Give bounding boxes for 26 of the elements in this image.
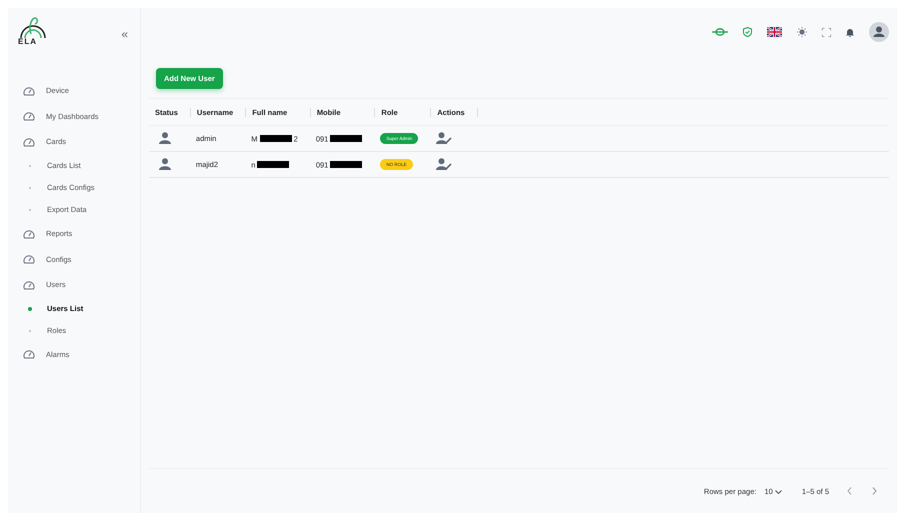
edit-user-icon[interactable]: [436, 158, 452, 170]
gauge-icon: [23, 254, 35, 264]
bell-icon[interactable]: [846, 28, 854, 36]
sun-icon[interactable]: [797, 27, 807, 37]
next-page-icon[interactable]: [872, 487, 877, 495]
gauge-icon: [23, 136, 35, 147]
gauge-icon: [23, 111, 35, 122]
redaction-bar: [257, 161, 290, 168]
gauge-icon: [23, 228, 35, 239]
gauge-icon: [23, 86, 35, 96]
avatar-icon[interactable]: [869, 22, 889, 42]
flag-icon[interactable]: [767, 27, 782, 37]
redaction-bar: [330, 135, 362, 142]
user-status-icon: [159, 158, 171, 170]
redaction-bar: [260, 135, 292, 142]
plug-icon[interactable]: [712, 28, 728, 36]
gauge-icon: [23, 349, 35, 360]
gauge-icon: [23, 280, 35, 290]
user-status-icon: [159, 132, 171, 144]
fullscreen-icon[interactable]: [822, 28, 831, 36]
chevron-down-icon: [774, 490, 782, 494]
edit-user-icon[interactable]: [436, 132, 452, 144]
shield-icon[interactable]: [743, 27, 752, 37]
logo-text: ELA: [18, 38, 37, 46]
collapse-icon[interactable]: «: [121, 28, 128, 40]
redaction-bar: [330, 161, 362, 168]
